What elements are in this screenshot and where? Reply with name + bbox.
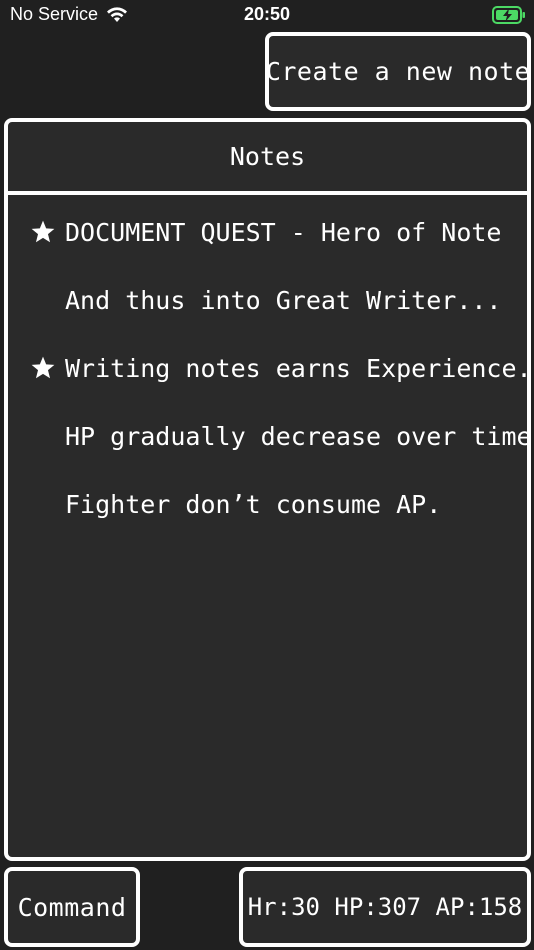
command-button[interactable]: Command xyxy=(4,867,140,947)
star-icon xyxy=(31,356,55,379)
note-item[interactable]: And thus into Great Writer... xyxy=(8,266,527,334)
note-item[interactable]: HP gradually decrease over time. xyxy=(8,402,534,470)
note-title: HP gradually decrease over time. xyxy=(65,421,534,451)
status-time: 20:50 xyxy=(243,4,291,24)
note-item[interactable]: DOCUMENT QUEST - Hero of Note xyxy=(8,198,527,266)
note-title: Writing notes earns Experience. xyxy=(65,353,532,383)
note-item[interactable]: Writing notes earns Experience. xyxy=(8,334,532,402)
create-note-label: Create a new note xyxy=(265,57,531,86)
notes-list: DOCUMENT QUEST - Hero of Note And thus in… xyxy=(8,198,534,538)
note-title: And thus into Great Writer... xyxy=(65,285,502,315)
create-note-button[interactable]: Create a new note xyxy=(265,32,531,111)
notes-window: Notes DOCUMENT QUEST - Hero of Note And t… xyxy=(4,118,534,861)
command-label: Command xyxy=(17,892,127,922)
notes-title: Notes xyxy=(8,122,527,195)
note-item[interactable]: Fighter don’t consume AP. xyxy=(8,470,527,538)
stats-readout: Hr:30 HP:307 AP:158 xyxy=(247,893,523,921)
star-icon xyxy=(31,220,55,243)
status-bar: No Service 20:50 xyxy=(0,0,534,32)
note-title: DOCUMENT QUEST - Hero of Note xyxy=(65,217,502,247)
note-title: Fighter don’t consume AP. xyxy=(65,489,442,519)
stats-panel: Hr:30 HP:307 AP:158 xyxy=(239,867,531,947)
battery-charging-icon xyxy=(492,6,525,24)
